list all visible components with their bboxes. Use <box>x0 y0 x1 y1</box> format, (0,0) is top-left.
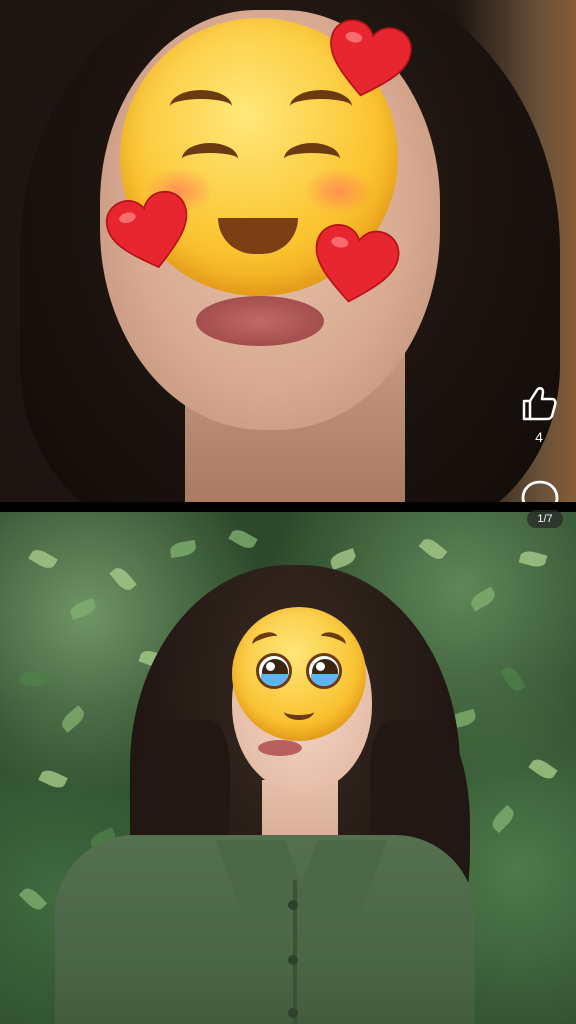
page-indicator: 1/7 <box>527 510 563 528</box>
thumbs-up-icon <box>522 387 557 421</box>
leaf <box>68 597 98 621</box>
feed-screen: 4 1/7 <box>0 0 576 1024</box>
eye-left <box>182 143 238 175</box>
heart-icon <box>318 10 418 110</box>
brow-right <box>318 629 348 652</box>
leaf <box>18 884 48 914</box>
lips <box>258 740 302 756</box>
leaf <box>18 669 48 689</box>
mouth <box>284 703 314 720</box>
leaf <box>488 804 518 834</box>
like-count: 4 <box>535 429 543 445</box>
leaf <box>468 586 498 612</box>
shirt-button <box>288 900 298 910</box>
eye-shine <box>266 662 275 671</box>
post-photo-top[interactable] <box>0 0 576 502</box>
leaf <box>328 547 358 571</box>
lips <box>196 296 324 346</box>
like-button[interactable] <box>519 384 559 424</box>
heart-icon <box>305 215 405 315</box>
eye-left <box>256 653 292 689</box>
leaf <box>38 767 68 791</box>
leaf <box>518 548 548 570</box>
leaf <box>500 664 526 694</box>
leaf <box>28 546 58 572</box>
eye-shine <box>316 662 325 671</box>
brow-left <box>170 90 232 123</box>
leaf <box>109 564 137 594</box>
post-divider <box>0 502 576 512</box>
leaf <box>228 526 258 552</box>
leaf <box>168 539 198 559</box>
tear <box>261 674 289 686</box>
pleading-face-emoji-sticker <box>232 607 366 741</box>
shirt-button <box>288 1008 298 1018</box>
eye-right <box>284 143 340 175</box>
leaf <box>528 755 558 783</box>
tear <box>311 674 339 686</box>
leaf <box>418 535 448 563</box>
mouth <box>218 218 298 254</box>
brow-left <box>250 629 280 652</box>
shirt-button <box>288 955 298 965</box>
eye-right <box>306 653 342 689</box>
leaf <box>58 705 88 733</box>
